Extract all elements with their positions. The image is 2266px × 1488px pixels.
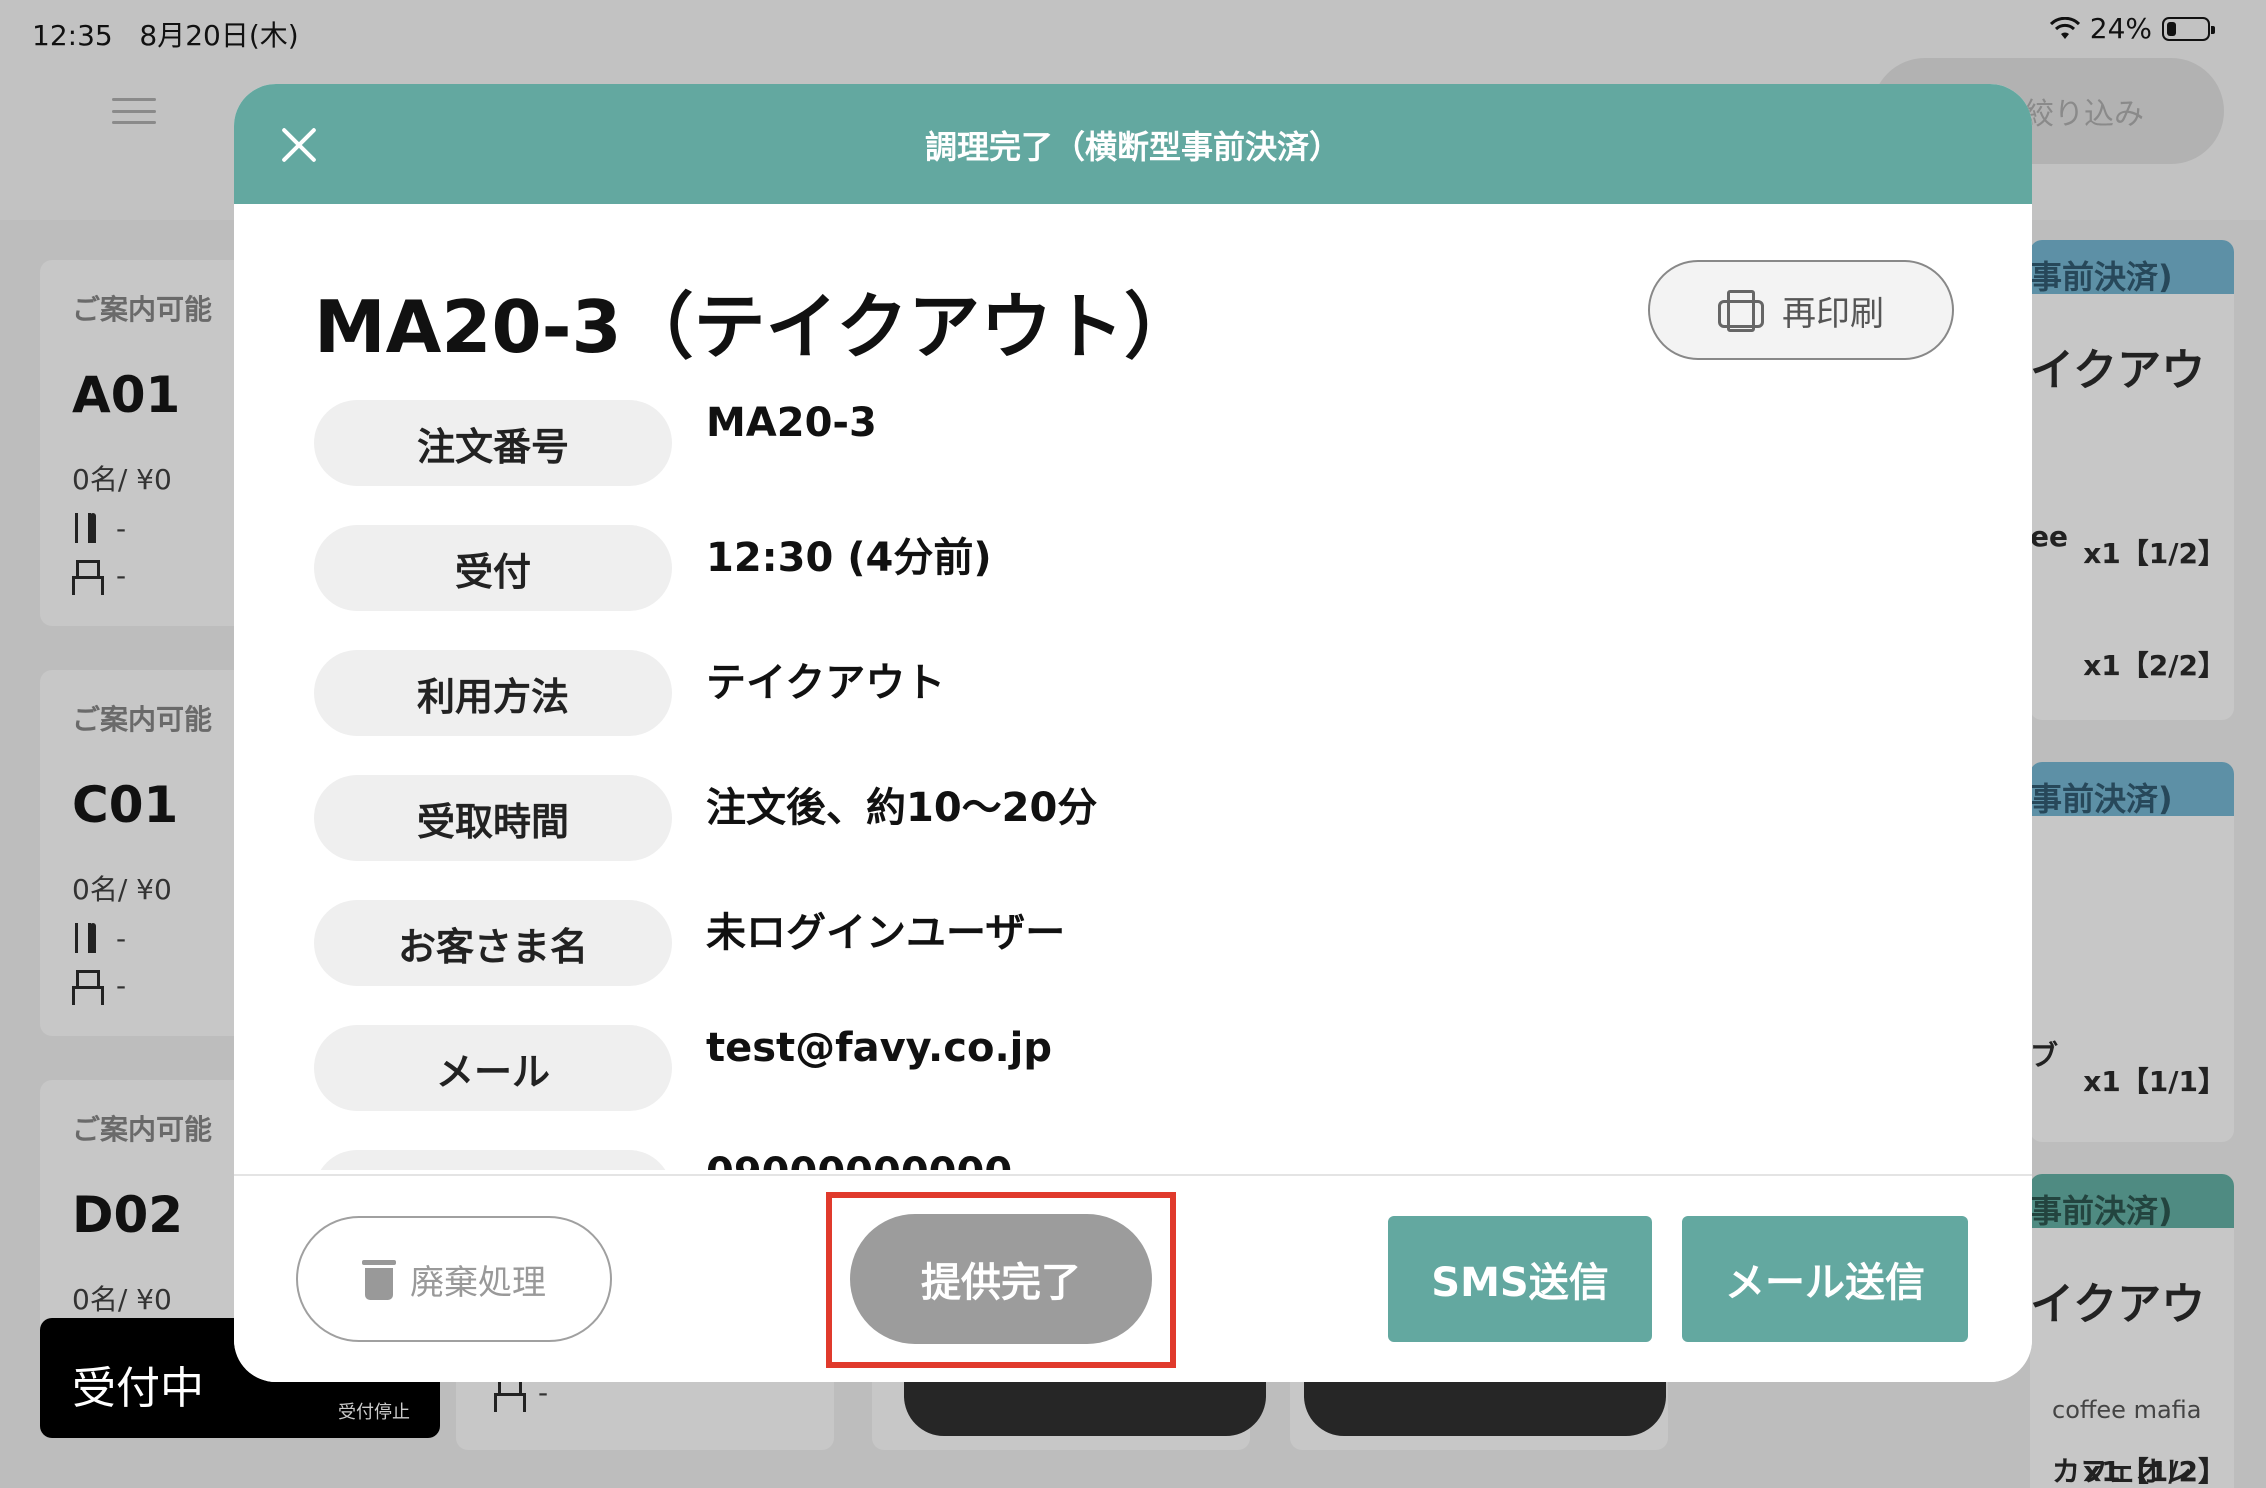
battery-icon	[2162, 16, 2215, 41]
table-meal-value: -	[116, 512, 127, 545]
filter-button-label: 絞り込み	[2024, 97, 2144, 132]
order-card-header: 事前決済)	[2030, 762, 2234, 818]
info-row-received: 受付 12:30 (4分前)	[314, 525, 1954, 611]
table-name: D02	[72, 1186, 184, 1244]
info-row-email: メール test@favy.co.jp	[314, 1025, 1954, 1111]
hamburger-menu-icon[interactable]	[112, 98, 156, 124]
mail-send-button[interactable]: メール送信	[1682, 1216, 1968, 1342]
discard-button[interactable]: 廃棄処理	[296, 1216, 612, 1342]
table-status: ご案内可能	[72, 293, 213, 326]
info-label: お客さま名	[314, 900, 672, 986]
status-indicators: 24%	[2049, 12, 2215, 45]
info-value: 12:30 (4分前)	[706, 535, 992, 581]
order-card-header: 事前決済)	[2030, 1174, 2234, 1230]
fork-knife-icon	[72, 922, 98, 955]
info-label: 受取時間	[314, 775, 672, 861]
order-item-name: ブ	[2030, 1039, 2059, 1072]
order-item-qty: x1【1/1】	[2083, 1065, 2226, 1098]
reprint-button-label: 再印刷	[1782, 293, 1884, 334]
modal-title: 調理完了（横断型事前決済）	[924, 128, 1341, 166]
table-seat-row: -	[72, 559, 250, 595]
info-value: test@favy.co.jp	[706, 1025, 1052, 1071]
chair-icon	[72, 969, 104, 1005]
info-label: 利用方法	[314, 650, 672, 736]
order-shop-name: coffee mafia	[2052, 1396, 2202, 1424]
reprint-button[interactable]: 再印刷	[1648, 260, 1954, 360]
order-card-title: イクアウ	[2030, 345, 2206, 396]
status-time: 12:35 8月20日(木)	[32, 14, 299, 54]
info-value: テイクアウト	[706, 660, 946, 706]
info-row-usage: 利用方法 テイクアウト	[314, 650, 1954, 736]
serve-complete-label: 提供完了	[921, 1260, 1081, 1306]
order-item-qty: x1【2/2】	[2083, 649, 2226, 682]
serve-complete-button[interactable]: 提供完了	[850, 1214, 1152, 1344]
status-date-value: 8月20日(木)	[139, 19, 299, 52]
order-item-qty: x1【1/2】	[2083, 1455, 2226, 1488]
table-name: A01	[72, 366, 181, 424]
info-row-pickup-time: 受取時間 注文後、約10〜20分	[314, 775, 1954, 861]
modal-header: 調理完了（横断型事前決済）	[234, 84, 2032, 204]
info-value: 未ログインユーザー	[706, 910, 1066, 956]
info-label: 受付	[314, 525, 672, 611]
sms-send-label: SMS送信	[1431, 1260, 1609, 1306]
table-seat-value: -	[116, 969, 127, 1002]
info-value: MA20-3	[706, 400, 877, 446]
table-count: 0名/ ¥0	[72, 873, 172, 906]
info-label: 注文番号	[314, 400, 672, 486]
printer-icon	[1718, 290, 1764, 332]
order-item-qty: x1【1/2】	[2083, 537, 2226, 570]
info-row-customer-name: お客さま名 未ログインユーザー	[314, 900, 1954, 986]
info-value: 注文後、約10〜20分	[706, 785, 1098, 831]
card-dark-band	[1304, 1382, 1666, 1436]
info-label: メール	[314, 1025, 672, 1111]
order-card-header: 事前決済)	[2030, 240, 2234, 296]
table-meal-row: -	[72, 922, 250, 955]
table-count: 0名/ ¥0	[72, 1283, 172, 1316]
table-name: C01	[72, 776, 179, 834]
order-info-list[interactable]: 注文番号 MA20-3 受付 12:30 (4分前) 利用方法 テイクアウト 受…	[314, 400, 1954, 1170]
chair-icon	[72, 559, 104, 595]
order-detail-modal: 調理完了（横断型事前決済） MA20-3（テイクアウト） 再印刷 注文番号 MA…	[234, 84, 2032, 1382]
table-card-c01[interactable]: ご案内可能 C01 0名/ ¥0 - -	[40, 670, 250, 1036]
table-status: ご案内可能	[72, 703, 213, 736]
mail-send-label: メール送信	[1725, 1260, 1925, 1306]
info-value: 09000000000	[706, 1150, 1012, 1170]
info-label	[314, 1150, 672, 1170]
accept-stop-label: 受付停止	[338, 1402, 410, 1423]
table-status: ご案内可能	[72, 1113, 213, 1146]
wifi-icon	[2049, 16, 2080, 39]
table-meal-value: -	[116, 922, 127, 955]
table-seat-value: -	[116, 559, 127, 592]
order-item-name: ee	[2030, 520, 2068, 553]
trash-icon	[362, 1258, 396, 1300]
order-card-title: イクアウ	[2030, 1279, 2206, 1330]
info-row-order-number: 注文番号 MA20-3	[314, 400, 1954, 486]
status-bar: 12:35 8月20日(木) 24%	[0, 0, 2266, 64]
order-card[interactable]: 事前決済) イクアウ ee x1【1/2】 x1【2/2】	[2030, 240, 2234, 720]
battery-percent: 24%	[2089, 12, 2152, 45]
sms-send-button[interactable]: SMS送信	[1388, 1216, 1652, 1342]
card-dark-band	[904, 1382, 1266, 1436]
table-meal-row: -	[72, 512, 250, 545]
discard-button-label: 廃棄処理	[410, 1262, 546, 1303]
order-card[interactable]: 事前決済) イクアウ coffee mafia カフェオレ【ICE】 x1【1/…	[2030, 1174, 2234, 1488]
status-time-value: 12:35	[32, 19, 113, 52]
order-title: MA20-3（テイクアウト）	[314, 285, 1197, 369]
modal-footer: 廃棄処理 提供完了 SMS送信 メール送信	[234, 1174, 2032, 1382]
order-card[interactable]: 事前決済) ブ x1【1/1】	[2030, 762, 2234, 1142]
info-row-phone: 09000000000	[314, 1150, 1954, 1170]
table-card-a01[interactable]: ご案内可能 A01 0名/ ¥0 - -	[40, 260, 250, 626]
fork-knife-icon	[72, 512, 98, 545]
table-seat-row: -	[72, 969, 250, 1005]
table-count: 0名/ ¥0	[72, 463, 172, 496]
